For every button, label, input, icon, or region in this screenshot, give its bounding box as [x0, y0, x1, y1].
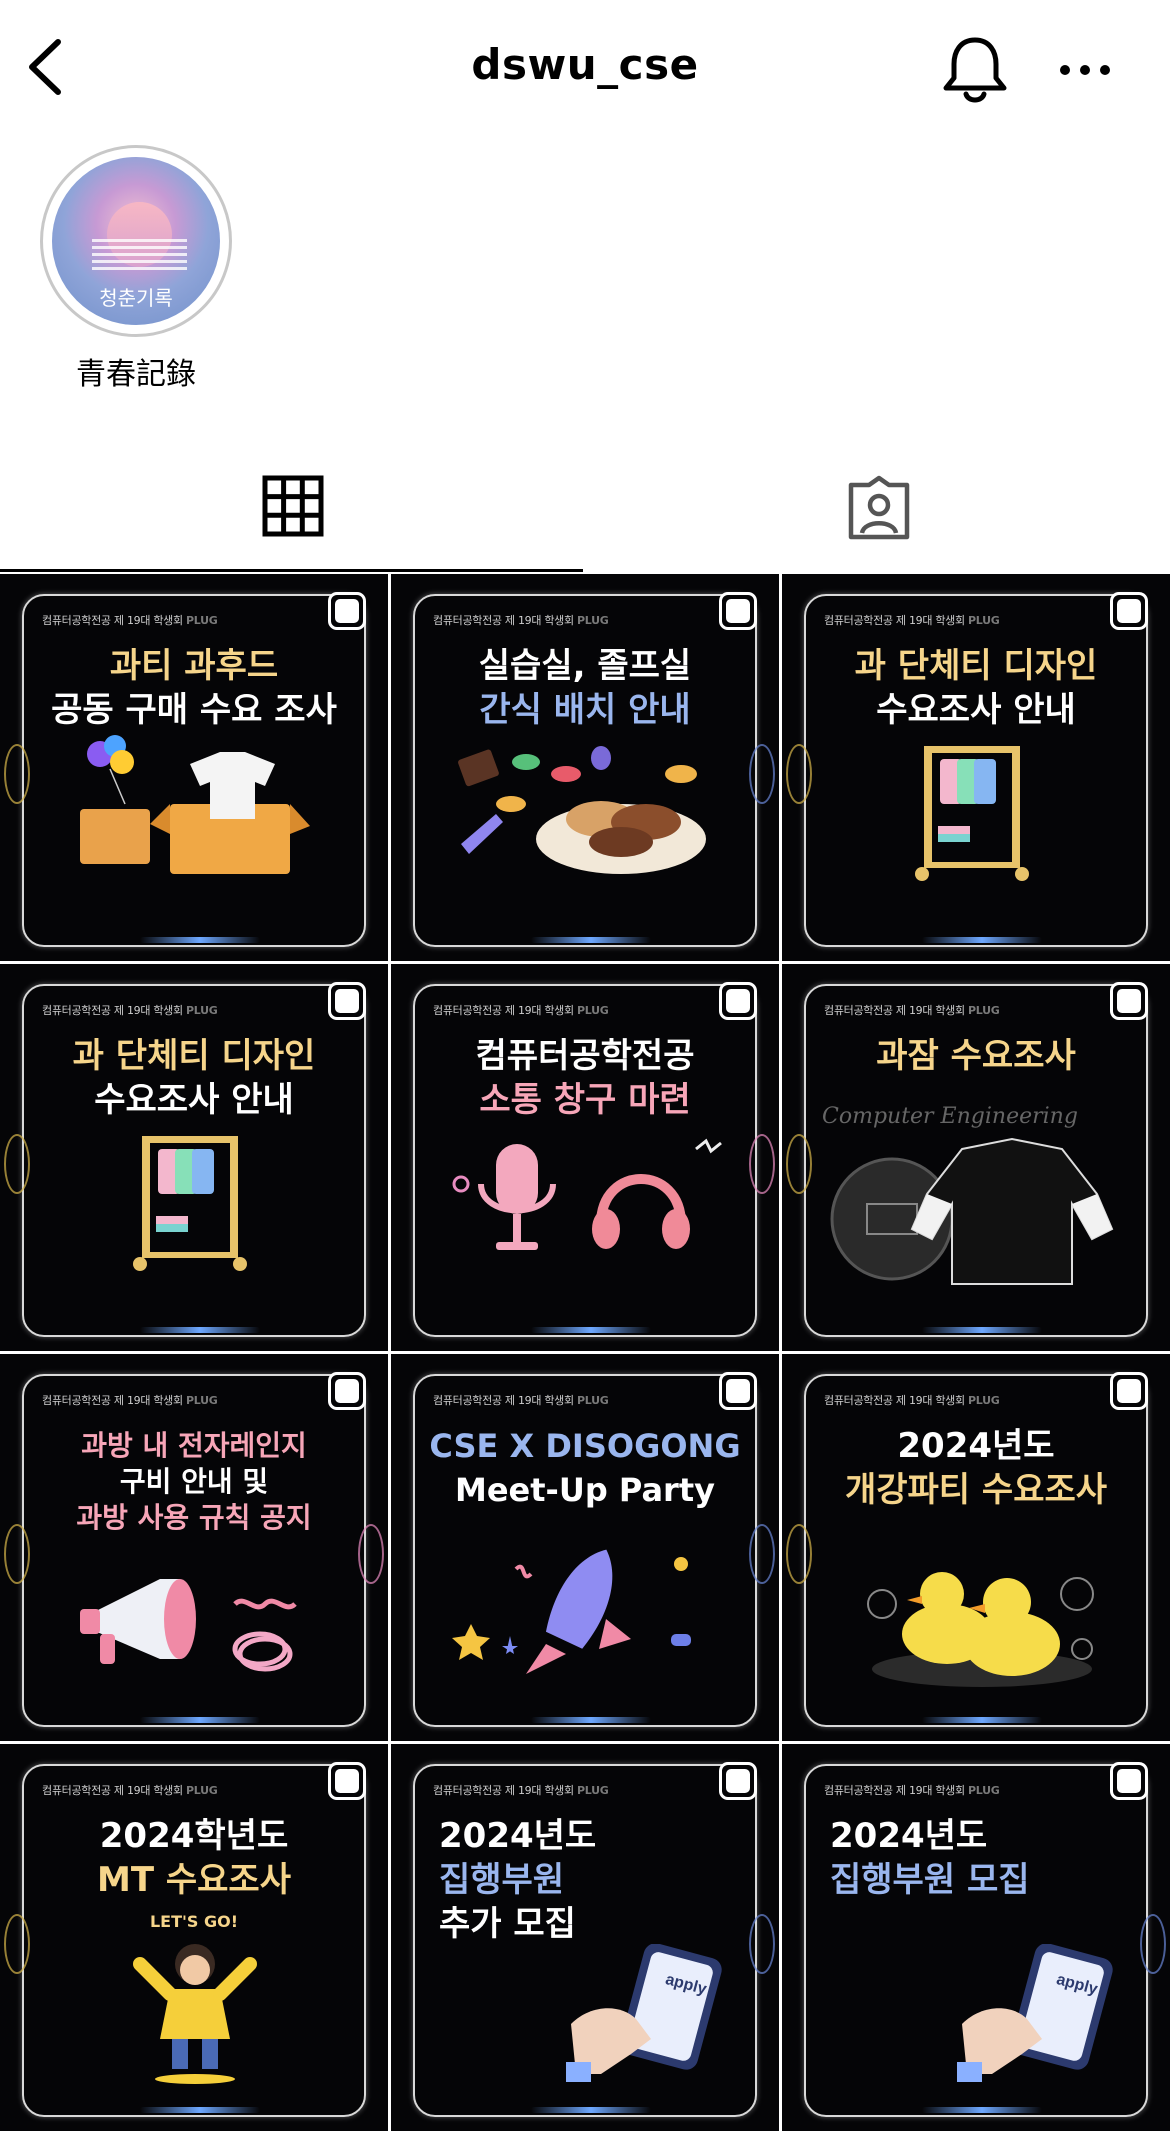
post-title: 과방 내 전자레인지 구비 안내 및 과방 사용 규칙 공지 — [76, 1429, 312, 1534]
clothes-rack-illustration — [915, 746, 1029, 881]
clothes-rack-illustration — [133, 1136, 247, 1271]
multi-post-icon — [719, 592, 757, 630]
highlight-ring: 청춘기록 — [40, 145, 232, 337]
highlight-label: 青春記錄 — [76, 357, 196, 392]
box-tshirt-illustration — [80, 735, 310, 874]
post-tile[interactable]: 컴퓨터공학전공 제 19대 학생회 PLUG 2024년도 집행부원 추가 모집… — [391, 1744, 779, 2131]
highlight-cover-text: 청춘기록 — [99, 286, 173, 310]
notifications-button[interactable] — [940, 32, 1010, 107]
snacks-illustration — [458, 746, 706, 874]
multi-post-icon — [328, 1372, 366, 1410]
multi-post-icon — [1110, 1762, 1148, 1800]
post-badge: LET'S GO! — [149, 1912, 239, 1931]
post-org: 컴퓨터공학전공 제 19대 학생회 PLUG — [433, 1784, 609, 1797]
post-title: CSE X DISOGONG Meet-Up Party — [429, 1427, 741, 1509]
post-title: 2024년도 집행부원 모집 — [830, 1816, 1030, 1900]
tagged-person-icon — [848, 475, 910, 540]
post-title: 2024년도 개강파티 수요조사 — [844, 1426, 1108, 1510]
more-horizontal-icon — [1060, 65, 1110, 75]
cheering-person-illustration — [133, 1944, 257, 2084]
post-tile[interactable]: 컴퓨터공학전공 제 19대 학생회 PLUG 과잠 수요조사 Computer … — [782, 964, 1170, 1351]
post-tile[interactable]: 컴퓨터공학전공 제 19대 학생회 PLUG 과 단체티 디자인 수요조사 안내 — [782, 574, 1170, 961]
more-options-button[interactable] — [1055, 50, 1115, 90]
post-title: 실습실, 졸프실 간식 배치 안내 — [478, 646, 692, 730]
post-title: 2024학년도 MT 수요조사 — [97, 1816, 291, 1900]
post-tile[interactable]: 컴퓨터공학전공 제 19대 학생회 PLUG 과방 내 전자레인지 구비 안내 … — [0, 1354, 388, 1741]
post-title: 컴퓨터공학전공 소통 창구 마련 — [475, 1036, 695, 1120]
multi-post-icon — [1110, 1372, 1148, 1410]
post-title: 과잠 수요조사 — [876, 1036, 1076, 1076]
multi-post-icon — [1110, 982, 1148, 1020]
phone-apply-illustration: apply — [566, 1944, 722, 2082]
posts-grid: 컴퓨터공학전공 제 19대 학생회 PLUG 과티 과후드 공동 구매 수요 조… — [0, 574, 1170, 2131]
post-tile[interactable]: 컴퓨터공학전공 제 19대 학생회 PLUG 컴퓨터공학전공 소통 창구 마련 — [391, 964, 779, 1351]
varsity-jacket-illustration — [830, 1137, 1114, 1285]
post-tile[interactable]: 컴퓨터공학전공 제 19대 학생회 PLUG 2024년도 개강파티 수요조사 — [782, 1354, 1170, 1741]
post-tile[interactable]: 컴퓨터공학전공 제 19대 학생회 PLUG 과티 과후드 공동 구매 수요 조… — [0, 574, 388, 961]
tab-tagged[interactable] — [585, 460, 1170, 570]
multi-post-icon — [328, 592, 366, 630]
microphone-headphones-illustration — [452, 1138, 722, 1250]
post-org: 컴퓨터공학전공 제 19대 학생회 PLUG — [824, 1004, 1000, 1017]
post-tile[interactable]: 컴퓨터공학전공 제 19대 학생회 PLUG CSE X DISOGONG Me… — [391, 1354, 779, 1741]
highlight-cover: 청춘기록 — [52, 157, 220, 325]
grid-icon — [262, 475, 324, 537]
post-org: 컴퓨터공학전공 제 19대 학생회 PLUG — [824, 1784, 1000, 1797]
post-org: 컴퓨터공학전공 제 19대 학생회 PLUG — [42, 1394, 218, 1407]
phone-apply-illustration: apply — [957, 1944, 1113, 2082]
rubber-duck-illustration — [867, 1572, 1094, 1687]
post-title: 과 단체티 디자인 수요조사 안내 — [72, 1036, 316, 1120]
post-org: 컴퓨터공학전공 제 19대 학생회 PLUG — [42, 1004, 218, 1017]
multi-post-icon — [719, 982, 757, 1020]
multi-post-icon — [1110, 592, 1148, 630]
post-tile[interactable]: 컴퓨터공학전공 제 19대 학생회 PLUG 과 단체티 디자인 수요조사 안내 — [0, 964, 388, 1351]
post-title: 과 단체티 디자인 수요조사 안내 — [854, 646, 1098, 730]
story-highlight[interactable]: 청춘기록 青春記錄 — [40, 145, 236, 393]
megaphone-illustration — [80, 1579, 297, 1672]
post-org: 컴퓨터공학전공 제 19대 학생회 PLUG — [42, 1784, 218, 1797]
post-title: 과티 과후드 공동 구매 수요 조사 — [51, 646, 337, 730]
post-tile[interactable]: 컴퓨터공학전공 제 19대 학생회 PLUG 2024학년도 MT 수요조사 L… — [0, 1744, 388, 2131]
multi-post-icon — [328, 982, 366, 1020]
post-org: 컴퓨터공학전공 제 19대 학생회 PLUG — [824, 1394, 1000, 1407]
post-tile[interactable]: 컴퓨터공학전공 제 19대 학생회 PLUG 2024년도 집행부원 모집 ap… — [782, 1744, 1170, 2131]
active-tab-indicator — [0, 569, 583, 572]
rocket-illustration — [452, 1549, 691, 1674]
post-org: 컴퓨터공학전공 제 19대 학생회 PLUG — [42, 614, 218, 627]
post-org: 컴퓨터공학전공 제 19대 학생회 PLUG — [433, 1004, 609, 1017]
post-org: 컴퓨터공학전공 제 19대 학생회 PLUG — [433, 614, 609, 627]
post-tile[interactable]: 컴퓨터공학전공 제 19대 학생회 PLUG 실습실, 졸프실 간식 배치 안내 — [391, 574, 779, 961]
tab-posts-grid[interactable] — [0, 460, 585, 572]
post-org: 컴퓨터공학전공 제 19대 학생회 PLUG — [824, 614, 1000, 627]
multi-post-icon — [328, 1762, 366, 1800]
multi-post-icon — [719, 1762, 757, 1800]
top-bar: dswu_cse — [0, 0, 1170, 135]
profile-tabs — [0, 460, 1170, 572]
post-title: 2024년도 집행부원 추가 모집 — [439, 1816, 597, 1944]
post-org: 컴퓨터공학전공 제 19대 학생회 PLUG — [433, 1394, 609, 1407]
multi-post-icon — [719, 1372, 757, 1410]
bell-icon — [943, 37, 1007, 103]
